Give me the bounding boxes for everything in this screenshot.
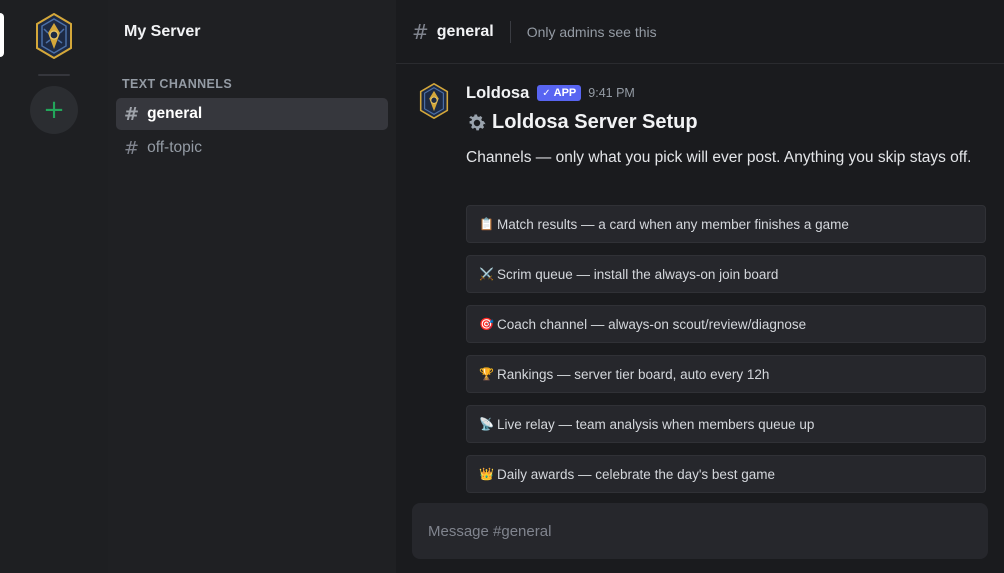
message-timestamp: 9:41 PM (588, 86, 635, 100)
text-channel-icon: # (412, 19, 429, 44)
option-label: Coach channel — always-on scout/review/d… (497, 316, 807, 332)
app-badge: ✓ APP (537, 85, 582, 101)
rail-separator (38, 74, 70, 76)
channel-sidebar: My Server TEXT CHANNELS # general # off-… (108, 0, 396, 573)
trophy-icon: 🏆 (479, 367, 494, 381)
verified-check-icon: ✓ (542, 87, 551, 99)
message-header: Loldosa ✓ APP 9:41 PM (466, 82, 635, 104)
embed-title-text: Loldosa Server Setup (492, 111, 698, 133)
option-match-results[interactable]: 📋 Match results — a card when any member… (466, 205, 986, 243)
message-composer (412, 503, 988, 559)
channel-topic: Only admins see this (526, 23, 657, 40)
message-input[interactable] (428, 522, 972, 540)
target-icon: 🎯 (479, 317, 494, 331)
server-header[interactable]: My Server (108, 0, 396, 63)
text-channel-icon: # (124, 103, 140, 125)
selected-server-indicator (0, 13, 4, 57)
crown-icon: 👑 (479, 467, 494, 481)
avatar[interactable] (416, 83, 452, 119)
channel-header: # general Only admins see this (396, 0, 1004, 64)
channel-header-title: general (436, 22, 494, 40)
text-channel-icon: # (124, 137, 140, 159)
channel-item-label: off-topic (147, 139, 202, 156)
crossed-swords-icon: ⚔️ (479, 267, 494, 281)
server-rail: + (0, 0, 108, 573)
satellite-icon: 📡 (479, 417, 494, 431)
option-live-relay[interactable]: 📡 Live relay — team analysis when member… (466, 405, 986, 443)
server-name: My Server (124, 22, 201, 40)
loldosa-emblem-icon (36, 13, 72, 59)
add-server-button[interactable]: + (30, 86, 78, 134)
clipboard-icon: 📋 (479, 217, 494, 231)
option-label: Rankings — server tier board, auto every… (497, 366, 770, 382)
option-daily-awards[interactable]: 👑 Daily awards — celebrate the day's bes… (466, 455, 986, 493)
chat-main: # general Only admins see this Loldosa ✓… (396, 0, 1004, 573)
loldosa-emblem-icon (419, 83, 449, 119)
option-label: Live relay — team analysis when members … (497, 416, 815, 432)
server-icon-loldosa[interactable] (30, 12, 78, 60)
header-divider (509, 20, 511, 43)
option-label: Match results — a card when any member f… (497, 216, 849, 232)
channel-category-label[interactable]: TEXT CHANNELS (108, 77, 396, 91)
gear-icon (469, 113, 486, 130)
option-coach-channel[interactable]: 🎯 Coach channel — always-on scout/review… (466, 305, 986, 343)
app-badge-label: APP (553, 87, 577, 99)
option-scrim-queue[interactable]: ⚔️ Scrim queue — install the always-on j… (466, 255, 986, 293)
option-label: Scrim queue — install the always-on join… (497, 266, 779, 282)
option-label: Daily awards — celebrate the day's best … (497, 466, 775, 482)
channel-item-off-topic[interactable]: # off-topic (116, 132, 388, 164)
option-rankings[interactable]: 🏆 Rankings — server tier board, auto eve… (466, 355, 986, 393)
embed-description: Channels — only what you pick will ever … (466, 149, 972, 166)
message-author[interactable]: Loldosa (466, 84, 529, 103)
embed-title: Loldosa Server Setup (466, 111, 698, 134)
channel-item-label: general (147, 105, 203, 122)
channel-item-general[interactable]: # general (116, 98, 388, 130)
